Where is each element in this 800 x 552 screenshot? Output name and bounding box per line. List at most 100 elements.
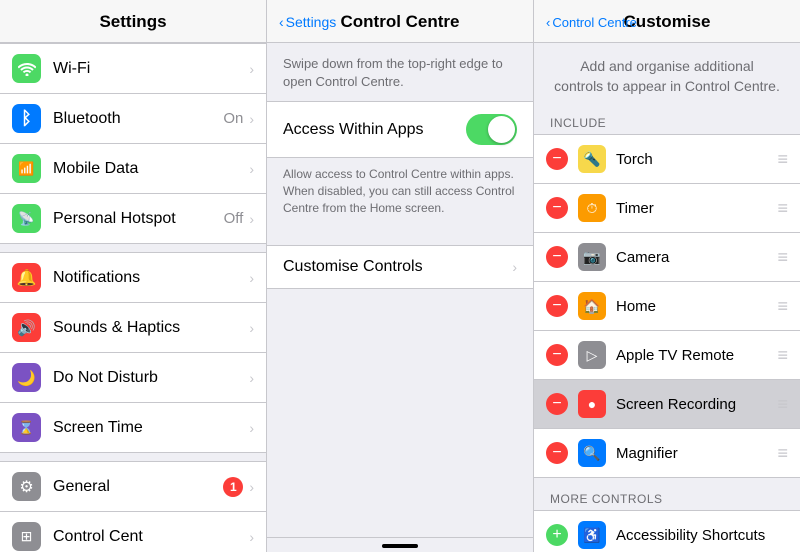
wifi-label: Wi-Fi [53,60,249,78]
more-list: + ♿ Accessibility Shortcuts + ⏰ Alarm + … [534,510,800,552]
bluetooth-icon: ᛒ [12,104,41,133]
control-centre-column: ‹ Settings Control Centre Swipe down fro… [267,0,534,552]
wifi-chevron: › [249,61,254,77]
settings-item-controlcent[interactable]: ⊞ Control Cent › [0,512,266,552]
remove-torch-btn[interactable]: − [546,148,568,170]
mobiledata-label: Mobile Data [53,160,249,178]
camera-icon: 📷 [578,243,606,271]
settings-group-network: Wi-Fi › ᛒ Bluetooth On › 📶 Mobile Data ›… [0,43,266,244]
dnd-chevron: › [249,370,254,386]
notifications-label: Notifications [53,269,249,287]
ctrl-item-torch[interactable]: − 🔦 Torch ≡ [534,134,800,184]
add-access-btn[interactable]: + [546,524,568,546]
settings-item-notifications[interactable]: 🔔 Notifications › [0,252,266,303]
customise-column: ‹ Control Centre Customise Add and organ… [534,0,800,552]
col2-bottom-bar [267,537,533,552]
ctrl-item-screenrec[interactable]: − ● Screen Recording ≡ [534,380,800,429]
settings-item-dnd[interactable]: 🌙 Do Not Disturb › [0,353,266,403]
customise-controls-label: Customise Controls [283,258,512,276]
settings-item-general[interactable]: ⚙ General 1 › [0,461,266,512]
customise-chevron: › [512,259,517,275]
sounds-label: Sounds & Haptics [53,319,249,337]
timer-icon: ⏱ [578,194,606,222]
control-centre-header: ‹ Settings Control Centre [267,0,533,43]
settings-item-mobiledata[interactable]: 📶 Mobile Data › [0,144,266,194]
bluetooth-value: On [223,110,243,127]
hotspot-value: Off [224,210,244,227]
ctrl-item-timer[interactable]: − ⏱ Timer ≡ [534,184,800,233]
dnd-icon: 🌙 [12,363,41,392]
back-to-control-centre[interactable]: ‹ Control Centre [544,15,637,30]
back3-chevron: ‹ [546,15,550,30]
hotspot-label: Personal Hotspot [53,210,224,228]
bluetooth-label: Bluetooth [53,110,223,128]
magnifier-icon: 🔍 [578,439,606,467]
camera-drag[interactable]: ≡ [777,247,788,268]
magnifier-label: Magnifier [616,445,771,462]
customise-controls-item[interactable]: Customise Controls › [267,246,533,288]
settings-title: Settings [16,12,250,32]
access-icon: ♿ [578,521,606,549]
controlcent-icon: ⊞ [12,522,41,551]
settings-item-screentime[interactable]: ⌛ Screen Time › [0,403,266,453]
bottom-indicator [382,544,418,548]
control-centre-hint: Swipe down from the top-right edge to op… [267,43,533,101]
remove-home-btn[interactable]: − [546,295,568,317]
torch-icon: 🔦 [578,145,606,173]
screenrec-drag[interactable]: ≡ [777,394,788,415]
notifications-chevron: › [249,270,254,286]
general-icon: ⚙ [12,472,41,501]
settings-column: Settings Wi-Fi › ᛒ Bluetooth On › 📶 Mobi… [0,0,267,552]
remove-appletv-btn[interactable]: − [546,344,568,366]
ctrl-item-access[interactable]: + ♿ Accessibility Shortcuts [534,510,800,552]
appletv-icon: ▷ [578,341,606,369]
ctrl-item-magnifier[interactable]: − 🔍 Magnifier ≡ [534,429,800,478]
mobiledata-icon: 📶 [12,154,41,183]
timer-label: Timer [616,200,771,217]
screentime-chevron: › [249,420,254,436]
sounds-chevron: › [249,320,254,336]
remove-screenrec-btn[interactable]: − [546,393,568,415]
screentime-icon: ⌛ [12,413,41,442]
ctrl-item-home[interactable]: − 🏠 Home ≡ [534,282,800,331]
settings-item-wifi[interactable]: Wi-Fi › [0,43,266,94]
bluetooth-chevron: › [249,111,254,127]
back-to-settings[interactable]: ‹ Settings [277,14,336,30]
settings-item-sounds[interactable]: 🔊 Sounds & Haptics › [0,303,266,353]
access-within-apps-section: Access Within Apps [267,101,533,158]
access-desc: Allow access to Control Centre within ap… [267,158,533,228]
back-chevron: ‹ [279,14,284,30]
ctrl-item-camera[interactable]: − 📷 Camera ≡ [534,233,800,282]
remove-magnifier-btn[interactable]: − [546,442,568,464]
appletv-drag[interactable]: ≡ [777,345,788,366]
home-drag[interactable]: ≡ [777,296,788,317]
access-within-apps-toggle[interactable] [466,114,517,145]
access-within-apps-item[interactable]: Access Within Apps [267,102,533,157]
mobiledata-chevron: › [249,161,254,177]
torch-drag[interactable]: ≡ [777,149,788,170]
back-label: Settings [286,14,337,30]
customise-header: ‹ Control Centre Customise [534,0,800,43]
sounds-icon: 🔊 [12,313,41,342]
settings-item-hotspot[interactable]: 📡 Personal Hotspot Off › [0,194,266,244]
control-centre-title: Control Centre [341,12,460,32]
more-section-label: MORE CONTROLS [534,486,800,510]
customise-scroll[interactable]: Add and organise additional controls to … [534,43,800,552]
general-label: General [53,478,223,496]
settings-header: Settings [0,0,266,43]
timer-drag[interactable]: ≡ [777,198,788,219]
access-within-apps-label: Access Within Apps [283,121,466,139]
customise-controls-section: Customise Controls › [267,245,533,289]
ctrl-item-appletv[interactable]: − ▷ Apple TV Remote ≡ [534,331,800,380]
back3-label: Control Centre [552,15,637,30]
settings-group-personalization: ⚙ General 1 › ⊞ Control Cent › ☀ Display… [0,461,266,552]
camera-label: Camera [616,249,771,266]
magnifier-drag[interactable]: ≡ [777,443,788,464]
home-icon: 🏠 [578,292,606,320]
remove-timer-btn[interactable]: − [546,197,568,219]
home-label: Home [616,298,771,315]
remove-camera-btn[interactable]: − [546,246,568,268]
include-list: − 🔦 Torch ≡ − ⏱ Timer ≡ − 📷 Camera ≡ − 🏠… [534,134,800,478]
screentime-label: Screen Time [53,419,249,437]
settings-item-bluetooth[interactable]: ᛒ Bluetooth On › [0,94,266,144]
